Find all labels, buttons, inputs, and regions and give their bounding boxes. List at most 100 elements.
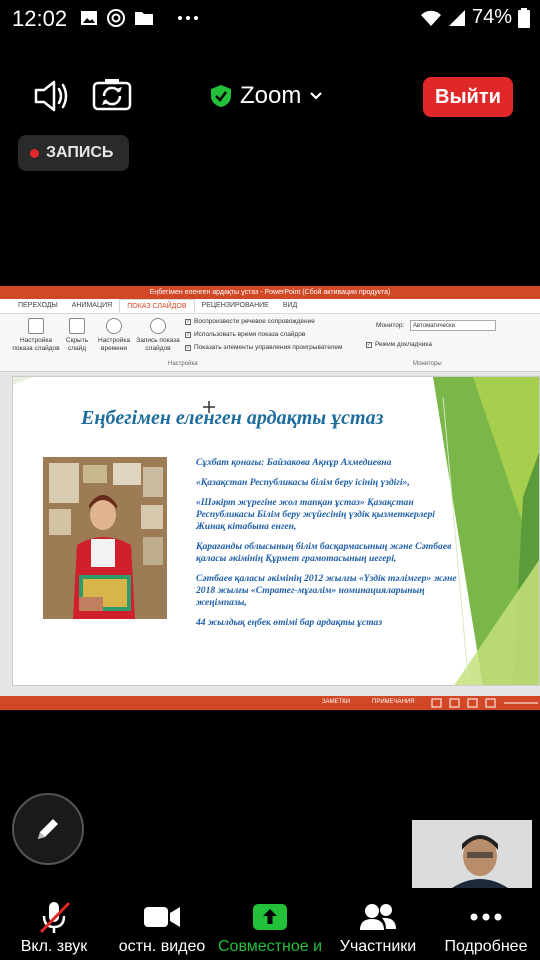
- ppt-ribbon: Настройка показа слайдов Скрыть слайд На…: [0, 314, 540, 372]
- shield-check-icon: [211, 85, 231, 107]
- switch-camera-icon: [92, 79, 132, 111]
- rehearse-button[interactable]: Настройка времени: [95, 318, 133, 353]
- record-dot-icon: [30, 148, 39, 158]
- slide-line: Сәтбаев қаласы әкімінің 2012 жылғы «Үзді…: [196, 573, 457, 608]
- mic-muted-icon: [39, 901, 71, 934]
- clock: 12:02: [12, 6, 68, 31]
- participants-button[interactable]: Участники: [324, 896, 432, 960]
- ribbon-group-monitors: Мониторы: [413, 361, 442, 367]
- status-bar: 12:02 74%: [0, 0, 540, 36]
- ppt-status-bar: ЗАМЕТКИ ПРИМЕЧАНИЯ: [0, 696, 540, 710]
- meeting-title[interactable]: Zoom: [210, 82, 323, 110]
- slide-line: Қарағанды облысының білім басқармасының …: [196, 541, 452, 564]
- slide-line: «Қазақстан Республикасы білім беру ісіні…: [196, 477, 410, 488]
- annotate-button[interactable]: [12, 793, 84, 865]
- record-show-label: Запись показа слайдов: [136, 337, 180, 352]
- slide-line: «Шәкірт жүрегіне жол тапқан ұстаз» Қазақ…: [196, 497, 435, 532]
- speaker-button[interactable]: [32, 78, 72, 119]
- wifi-icon: [420, 10, 441, 26]
- teacher-photo: [43, 457, 167, 619]
- image-icon: [81, 11, 97, 25]
- move-cursor-icon: [203, 401, 215, 413]
- ppt-tab-slideshow[interactable]: ПОКАЗ СЛАЙДОВ: [119, 299, 195, 313]
- narration-checkbox[interactable]: ✓ Воспроизвести речевое сопровождение: [185, 318, 315, 325]
- unmute-button[interactable]: Вкл. звук: [0, 896, 108, 960]
- participants-label: Участники: [339, 938, 417, 955]
- share-screen-icon: [253, 904, 287, 930]
- comments-button[interactable]: ПРИМЕЧАНИЯ: [372, 699, 415, 705]
- chevron-down-icon: [310, 92, 323, 100]
- speaker-icon: [34, 80, 68, 112]
- slide-line: 44 жылдық еңбек өтімі бар ардақты ұстаз: [196, 617, 383, 628]
- hide-slide-button[interactable]: Скрыть слайд: [62, 318, 92, 353]
- more-button[interactable]: Подробнее: [432, 896, 540, 960]
- view-icons: [431, 698, 538, 708]
- leave-button[interactable]: Выйти: [423, 77, 513, 117]
- timings-checkbox[interactable]: ✓ Использовать время показа слайдов: [185, 331, 305, 338]
- monitor-select[interactable]: Автоматически: [410, 320, 496, 331]
- stop-video-button[interactable]: остн. видео: [108, 896, 216, 960]
- stop-video-label: остн. видео: [118, 938, 206, 955]
- monitor-label: Монитор:: [376, 322, 405, 329]
- record-show-button[interactable]: Запись показа слайдов: [134, 318, 182, 353]
- ppt-tab-transitions[interactable]: ПЕРЕХОДЫ: [0, 299, 65, 313]
- stopwatch-icon: [106, 318, 122, 334]
- ppt-tab-animation[interactable]: АНИМАЦИЯ: [65, 299, 120, 313]
- folder-icon: [135, 12, 153, 25]
- notes-button[interactable]: ЗАМЕТКИ: [322, 699, 350, 705]
- video-icon: [144, 907, 180, 927]
- slide[interactable]: Еңбегімен еленген ардақты ұстаз Сұхбат қ…: [12, 376, 540, 686]
- timings-label: Использовать время показа слайдов: [194, 331, 306, 338]
- slide-area: Еңбегімен еленген ардақты ұстаз Сұхбат қ…: [0, 372, 540, 700]
- slide-title: Еңбегімен еленген ардақты ұстаз: [81, 407, 384, 429]
- meeting-title-label: Zoom: [240, 82, 302, 109]
- status-right: 74%: [420, 6, 530, 29]
- checkbox-icon: ✓: [185, 318, 191, 325]
- slide-line: Сұхбат қонағы: Байзакова Ақнұр Ахмедиевн…: [196, 457, 392, 468]
- ribbon-group-setup: Настройка: [168, 361, 198, 367]
- ppt-window-title: Еңбегімен еленген ардақты ұстаз - PowerP…: [0, 286, 540, 299]
- recording-label: ЗАПИСЬ: [46, 144, 114, 161]
- record-show-icon: [150, 318, 166, 334]
- notification-icons: [80, 8, 200, 28]
- pencil-icon: [38, 819, 58, 839]
- signal-icon: [448, 9, 465, 26]
- more-icon: [178, 16, 198, 20]
- share-screen-button[interactable]: Совместное и: [216, 896, 324, 960]
- more-label: Подробнее: [444, 938, 528, 955]
- checkbox-icon: ✓: [366, 341, 372, 348]
- presenter-view-label: Режим докладчика: [375, 341, 432, 348]
- share-screen-label: Совместное и: [217, 938, 322, 955]
- checkbox-icon: ✓: [185, 331, 191, 338]
- rehearse-label: Настройка времени: [98, 337, 130, 352]
- setup-show-label: Настройка показа слайдов: [12, 337, 60, 352]
- more-icon: [470, 913, 502, 921]
- self-view-image: [412, 820, 532, 888]
- slide-body-text: Сұхбат қонағы: Байзакова Ақнұр Ахмедиевн…: [196, 457, 466, 637]
- setup-show-icon: [28, 318, 44, 334]
- at-icon: [107, 9, 125, 27]
- switch-camera-button[interactable]: [92, 76, 132, 117]
- meeting-top-bar: Zoom Выйти: [0, 70, 540, 126]
- hide-slide-label: Скрыть слайд: [65, 337, 89, 352]
- battery-percent: 74%: [471, 6, 512, 28]
- monitor-value: Автоматически: [413, 323, 455, 329]
- self-view-video[interactable]: [412, 820, 532, 888]
- unmute-label: Вкл. звук: [20, 938, 88, 955]
- ppt-tab-view[interactable]: ВИД: [276, 299, 304, 313]
- battery-icon: [518, 7, 530, 28]
- controls-label: Показать элементы управления проигрывате…: [194, 344, 343, 351]
- controls-checkbox[interactable]: ✓ Показать элементы управления проигрыва…: [185, 344, 342, 351]
- setup-show-button[interactable]: Настройка показа слайдов: [10, 318, 62, 353]
- ppt-tab-review[interactable]: РЕЦЕНЗИРОВАНИЕ: [195, 299, 276, 313]
- meeting-toolbar: Вкл. звук остн. видео Совместное и Участ…: [0, 896, 540, 960]
- shared-screen[interactable]: Еңбегімен еленген ардақты ұстаз - PowerP…: [0, 286, 540, 710]
- teacher-portrait-image: [43, 457, 167, 619]
- hide-slide-icon: [69, 318, 85, 334]
- presenter-view-checkbox[interactable]: ✓ Режим докладчика: [366, 341, 432, 348]
- participants-icon: [360, 904, 396, 930]
- checkbox-icon: ✓: [185, 344, 191, 351]
- narration-label: Воспроизвести речевое сопровождение: [194, 318, 315, 325]
- recording-badge[interactable]: ЗАПИСЬ: [18, 135, 129, 171]
- ppt-ribbon-tabs: ПЕРЕХОДЫ АНИМАЦИЯ ПОКАЗ СЛАЙДОВ РЕЦЕНЗИР…: [0, 299, 540, 314]
